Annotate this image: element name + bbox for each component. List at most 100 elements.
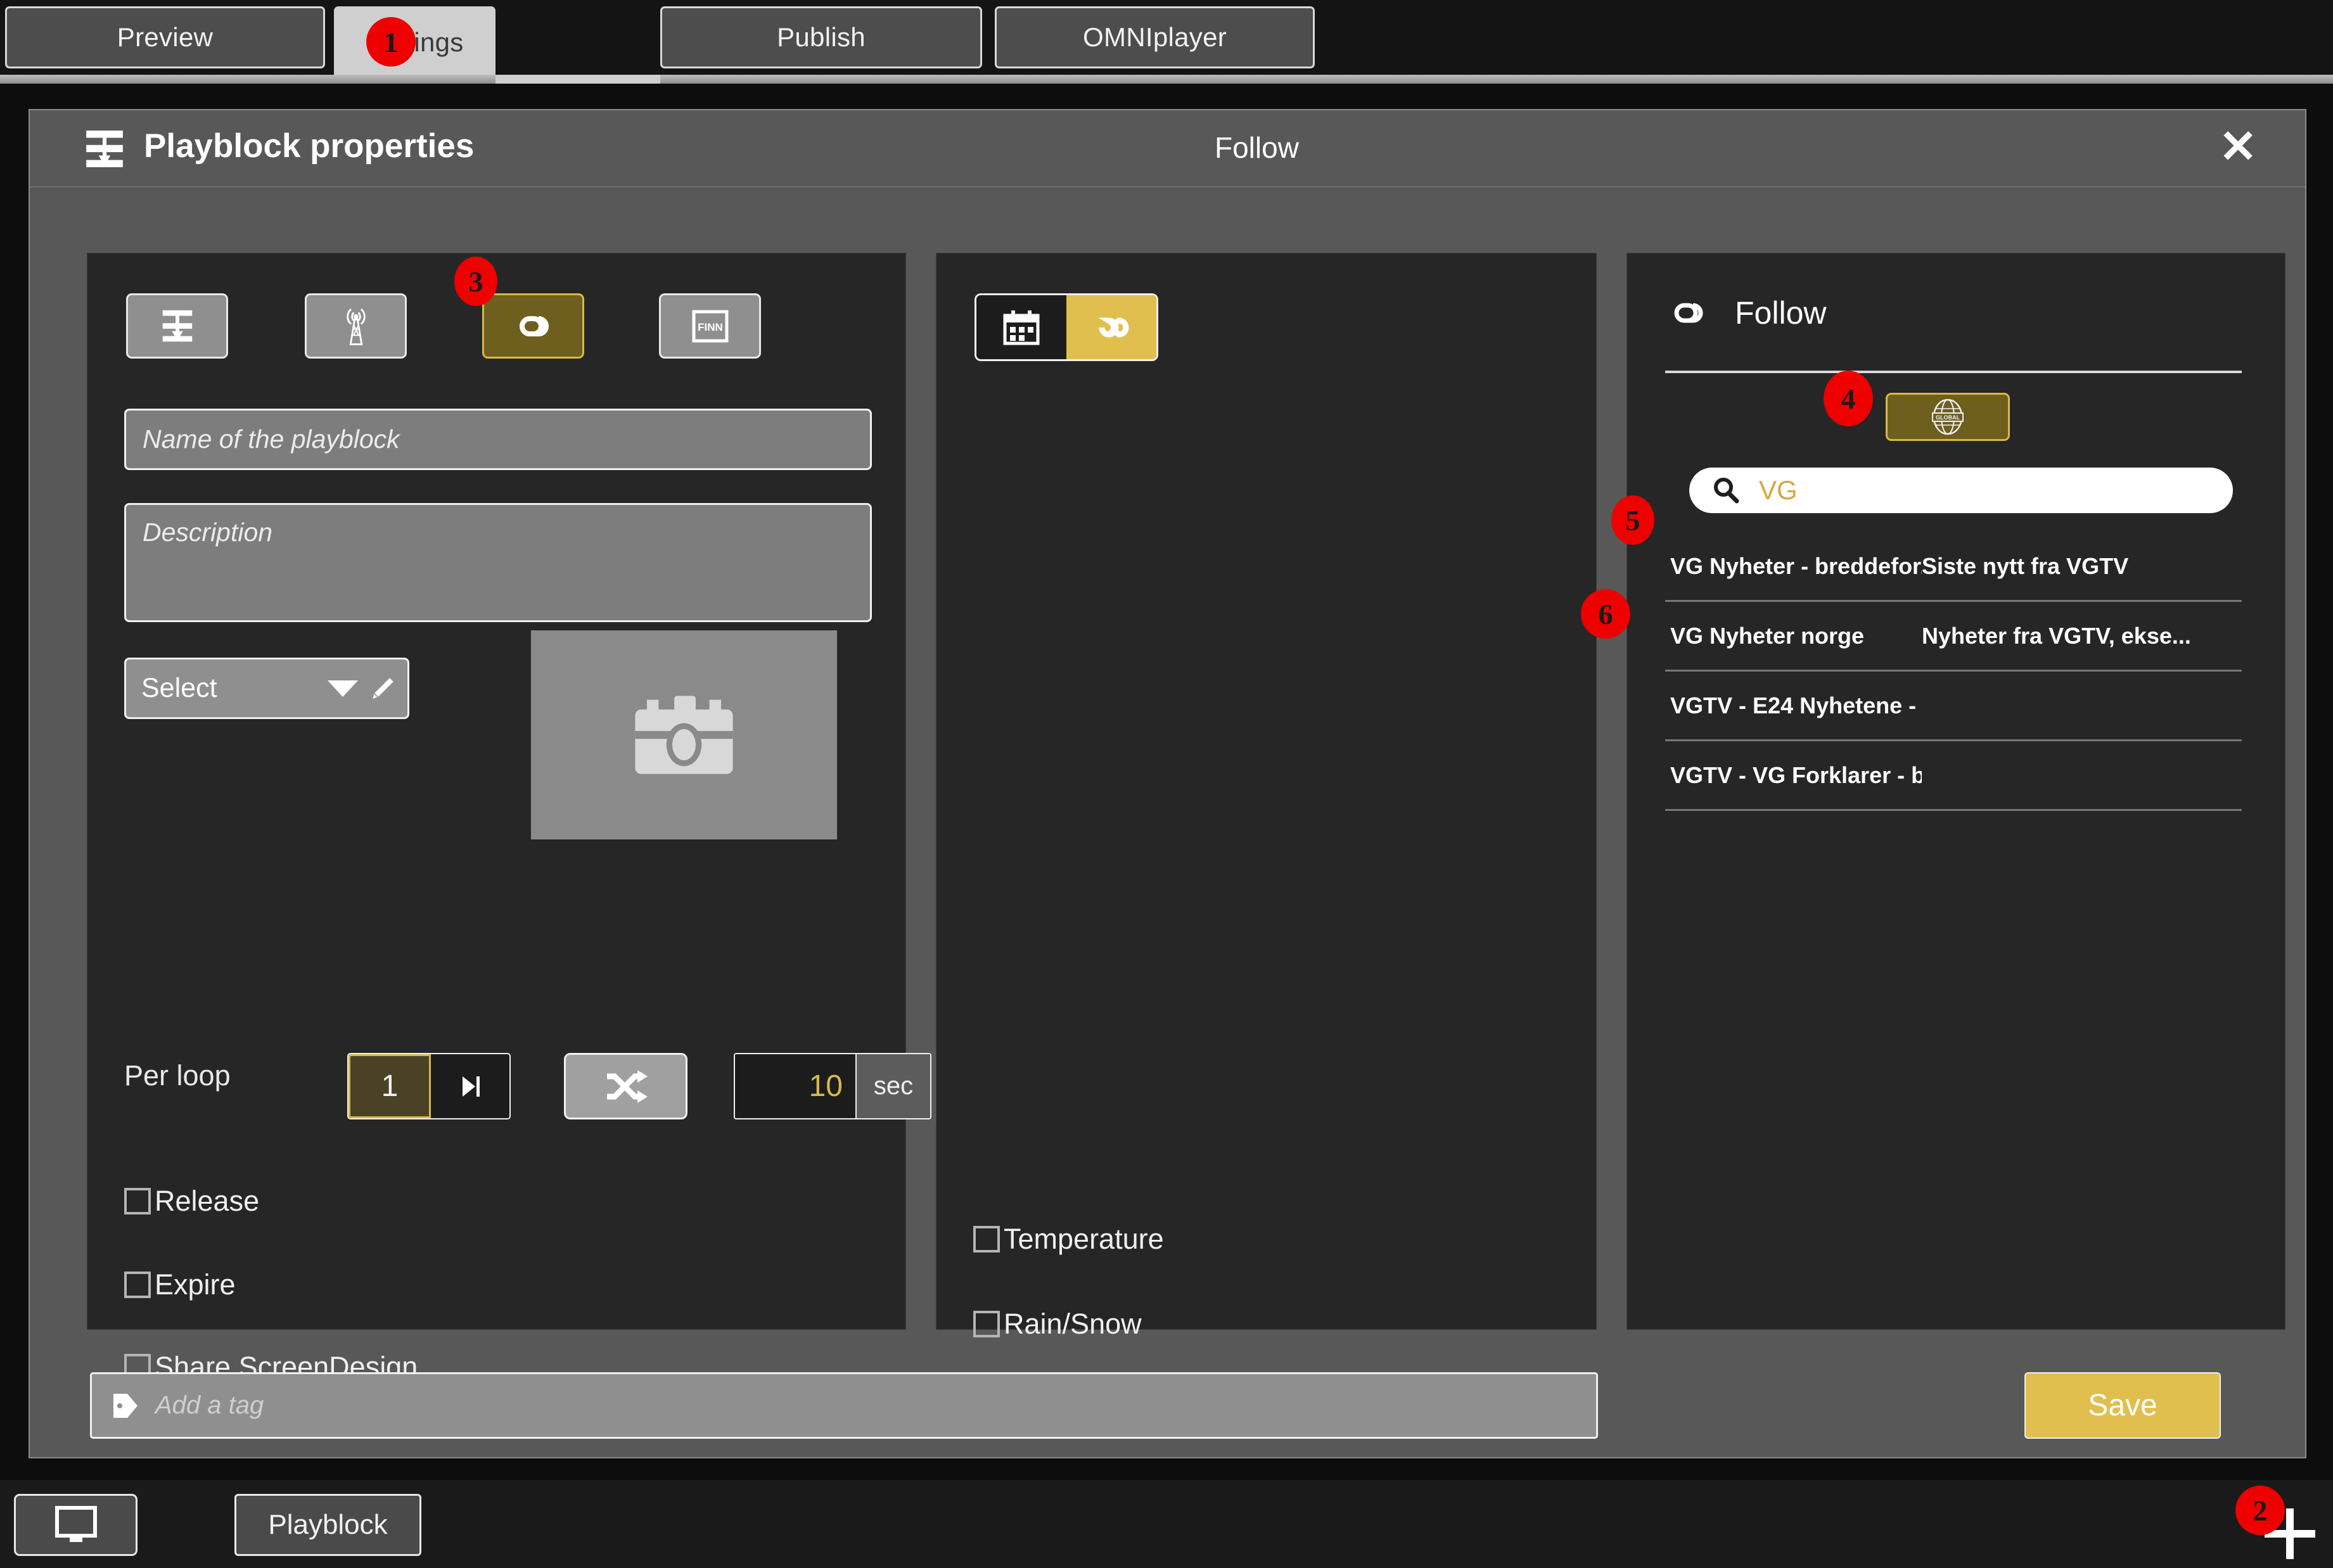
result-title: VGTV - E24 Nyhetene - ... [1670,692,1922,718]
broadcast-tower-icon [346,308,366,345]
checkbox-release-label: Release [155,1185,260,1217]
list-item[interactable]: VG Nyheter - breddefor... Siste nytt fra… [1665,532,2242,602]
tab-publish[interactable]: Publish [660,6,982,68]
link-icon [1674,303,1703,323]
main-stage: Playblock properties Follow ✕ FINN Name … [0,84,2333,1480]
playblock-icon [86,131,123,167]
duration-value[interactable]: 10 [735,1054,855,1118]
save-button-label: Save [2088,1389,2157,1422]
checkbox-rain-snow-label: Rain/Snow [1004,1308,1142,1340]
shuffle-button[interactable] [564,1053,687,1119]
playblock-description-placeholder: Description [143,518,273,547]
finn-mode-button[interactable]: FINN [659,293,761,359]
follow-search-input[interactable]: VG [1689,468,2233,513]
follow-divider [1665,371,2242,373]
result-subtitle: Siste nytt fra VGTV [1922,552,2129,579]
left-settings-panel: FINN Name of the playblock Description S… [87,253,931,1383]
annotation-marker-1: 1 [366,17,416,67]
tab-omniplayer-label: OMNIplayer [1082,22,1227,52]
calendar-icon [1003,310,1040,345]
global-source-button[interactable]: GLOBAL [1886,393,2010,441]
tag-icon [113,1393,137,1418]
camera-icon [635,696,733,774]
checkbox-box [124,1272,151,1298]
category-select[interactable]: Select [124,658,409,719]
dialog-header: Playblock properties Follow ✕ [30,110,2305,188]
next-track-icon [463,1076,480,1097]
tabbar-active-notch [495,75,660,84]
result-title: VG Nyheter norge [1670,622,1865,649]
checkbox-box [973,1311,1000,1337]
tabbar-underline [0,75,2333,84]
save-button[interactable]: Save [2024,1372,2221,1439]
broadcast-mode-button[interactable] [305,293,407,359]
globe-icon: GLOBAL [1932,398,1964,435]
playblock-name-placeholder: Name of the playblock [143,424,400,454]
per-loop-label: Per loop [124,1059,231,1092]
shuffle-icon [606,1069,648,1103]
list-item[interactable]: VGTV - VG Forklarer - br... [1665,741,2242,811]
global-button-label: GLOBAL [1936,414,1960,421]
follow-header: Follow [1665,295,1826,331]
list-item[interactable]: VG Nyheter norge Nyheter fra VGTV, ekse.… [1665,602,2242,672]
svg-text:FINN: FINN [698,321,723,333]
annotation-marker-6: 6 [1581,589,1630,639]
checkbox-expire[interactable]: Expire [124,1268,236,1301]
tag-input[interactable]: Add a tag [90,1372,1598,1439]
category-select-value: Select [141,673,217,703]
follow-search-value: VG [1759,475,1798,505]
infinity-icon [1098,317,1129,338]
finn-icon: FINN [692,310,728,342]
per-loop-stepper[interactable]: 1 [347,1053,511,1119]
search-icon [1714,478,1739,504]
close-icon[interactable]: ✕ [2219,124,2261,170]
follow-heading: Follow [1735,295,1827,331]
playblock-mode-button[interactable] [126,293,228,359]
dialog-subtitle: Follow [1215,131,1299,164]
checkbox-temperature-label: Temperature [1004,1223,1164,1255]
checkbox-box [124,1188,151,1214]
continuous-mode-button[interactable] [1066,295,1156,359]
schedule-mode-toggle[interactable] [975,293,1158,361]
checkbox-expire-label: Expire [155,1268,236,1301]
link-icon [519,316,549,336]
monitor-icon [54,1506,97,1542]
top-tab-bar: Preview Settings Publish OMNIplayer [0,0,2333,84]
tab-preview[interactable]: Preview [5,6,325,68]
checkbox-box [973,1226,1000,1252]
chevron-down-icon [328,680,358,697]
playblock-taskbar-label: Playblock [268,1509,388,1540]
calendar-mode-button[interactable] [976,295,1066,359]
playblock-taskbar-button[interactable]: Playblock [234,1494,421,1556]
duration-field[interactable]: 10 sec [734,1053,931,1119]
checkbox-rain-snow[interactable]: Rain/Snow [973,1308,1142,1341]
result-title: VGTV - VG Forklarer - br... [1670,762,1922,788]
playblock-description-input[interactable]: Description [124,503,872,622]
follow-results-list: VG Nyheter - breddefor... Siste nytt fra… [1665,532,2242,811]
tag-input-placeholder: Add a tag [155,1391,264,1419]
result-subtitle: Nyheter fra VGTV, ekse... [1922,622,2191,649]
annotation-marker-4: 4 [1824,371,1873,426]
dialog-title: Playblock properties [144,127,475,165]
link-mode-button[interactable] [482,293,584,359]
list-item[interactable]: VGTV - E24 Nyhetene - ... [1665,672,2242,741]
follow-panel: Follow GLOBAL VG VG Nyheter - breddefor.… [1627,253,2285,1330]
tab-publish-label: Publish [777,22,866,52]
tab-preview-label: Preview [117,22,214,52]
bottom-taskbar: Playblock [0,1480,2333,1568]
playblock-icon [162,310,192,341]
per-loop-value[interactable]: 1 [348,1054,431,1118]
thumbnail-placeholder[interactable] [531,630,837,839]
duration-unit: sec [855,1054,930,1118]
tab-omniplayer[interactable]: OMNIplayer [995,6,1315,68]
playblock-properties-dialog: Playblock properties Follow ✕ FINN Name … [29,109,2306,1458]
next-track-button[interactable] [431,1054,509,1118]
annotation-marker-5: 5 [1611,495,1654,545]
annotation-marker-2: 2 [2235,1486,2285,1535]
checkbox-temperature[interactable]: Temperature [973,1223,1164,1256]
schedule-panel: Temperature Rain/Snow [936,253,1597,1340]
screen-view-button[interactable] [14,1494,137,1556]
playblock-name-input[interactable]: Name of the playblock [124,409,872,470]
checkbox-release[interactable]: Release [124,1185,259,1218]
pencil-icon[interactable] [368,675,396,703]
